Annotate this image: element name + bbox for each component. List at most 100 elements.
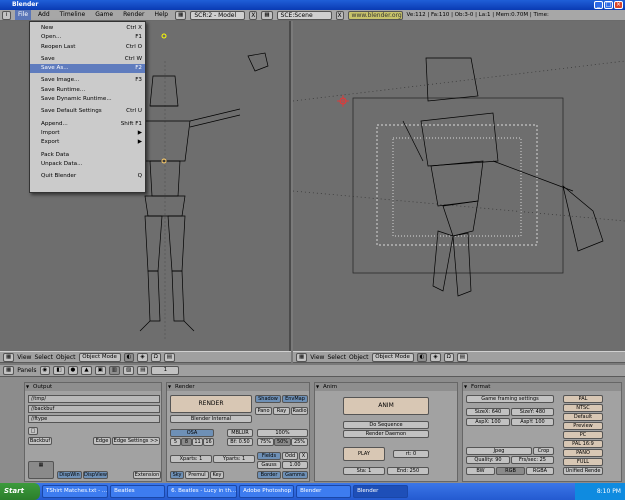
menu-item-save-default-settings[interactable]: Save Default Settings Ctrl U — [30, 107, 145, 116]
dispwin-button[interactable]: DispWin — [57, 471, 82, 479]
editing-icon[interactable]: ▣ — [94, 366, 106, 375]
manipulator-icon[interactable]: Ω — [150, 352, 161, 362]
shading-icon[interactable]: ● — [67, 366, 79, 375]
window-type-icon[interactable]: ▦ — [3, 366, 15, 375]
fields-button[interactable]: Fields — [257, 452, 281, 460]
output-panel-title[interactable]: Output — [25, 383, 161, 391]
shadow-button[interactable]: Shadow — [255, 395, 281, 403]
render-button[interactable]: RENDER — [170, 395, 252, 413]
ftype-path[interactable]: //ftype — [28, 415, 160, 423]
scene-field[interactable]: SCE:Scene — [276, 10, 332, 20]
layers-icon-right[interactable]: ▤ — [456, 352, 468, 362]
pivot-icon-right[interactable]: ◈ — [430, 352, 441, 362]
draw-type-icon-right[interactable]: ◐ — [416, 352, 428, 362]
size-50-button[interactable]: 50% — [274, 438, 291, 446]
yparts-field[interactable]: Yparts: 1 — [213, 455, 255, 463]
panels-menu[interactable]: Panels — [17, 367, 36, 374]
pivot-icon[interactable]: ◈ — [137, 352, 148, 362]
menu-item-export[interactable]: Export ▶ — [30, 138, 145, 147]
game-framing-button[interactable]: Game framing settings — [466, 395, 554, 403]
scene-delete-icon[interactable]: X — [335, 10, 344, 20]
extensions-button[interactable]: Extension — [133, 471, 161, 479]
menu-item-save-image[interactable]: Save Image... F3 — [30, 76, 145, 85]
bf-field[interactable]: Bf: 0.50 — [227, 438, 253, 446]
screen-field[interactable]: SCR:2 - Model — [190, 10, 246, 20]
gauss-button[interactable]: Gauss — [257, 461, 281, 469]
task-blender-1[interactable]: Blender — [296, 485, 352, 498]
fps-field[interactable]: Frs/sec: 25 — [511, 456, 554, 464]
sky-button[interactable]: Sky — [170, 471, 184, 479]
view-type-icon-right[interactable]: ▦ — [296, 352, 308, 362]
bw-button[interactable]: BW — [466, 467, 495, 475]
screen-browse-icon[interactable]: ▦ — [175, 10, 187, 20]
odd-button[interactable]: Odd — [282, 452, 298, 460]
dither-icon[interactable]: ▦ — [28, 461, 54, 479]
osa-8-button[interactable]: 8 — [181, 438, 192, 446]
manipulator-icon-right[interactable]: Ω — [443, 352, 454, 362]
osa-button[interactable]: OSA — [170, 429, 214, 437]
quality-field[interactable]: Quality: 90 — [466, 456, 510, 464]
mode-select[interactable]: Object Mode — [78, 352, 121, 362]
size-100-button[interactable]: 100% — [257, 429, 308, 437]
menu-view-right[interactable]: View — [310, 354, 324, 361]
menu-item-import[interactable]: Import ▶ — [30, 129, 145, 138]
render-daemon-button[interactable]: Render Daemon — [343, 430, 429, 438]
script-icon[interactable]: ◧ — [53, 366, 65, 375]
menu-add[interactable]: Add — [35, 10, 53, 20]
play-button[interactable]: PLAY — [343, 447, 385, 461]
task-photoshop[interactable]: Adobe Photoshop — [239, 485, 295, 498]
rgb-button[interactable]: RGB — [496, 467, 525, 475]
draw-type-icon[interactable]: ◐ — [123, 352, 135, 362]
anim-panel-title[interactable]: Anim — [315, 383, 457, 391]
preset-pal169[interactable]: PAL 16:9 — [563, 440, 603, 448]
anim-button[interactable]: ANIM — [343, 397, 429, 415]
task-tshirt[interactable]: TShirt Matches.txt - ... — [42, 485, 109, 498]
rt-field[interactable]: rt: 0 — [393, 450, 429, 458]
object-icon[interactable]: ▲ — [81, 366, 92, 375]
unified-render-button[interactable]: Unified Rende — [563, 467, 603, 475]
menu-object-right[interactable]: Object — [349, 354, 369, 361]
x-button[interactable]: X — [299, 452, 308, 460]
render-panel-title[interactable]: Render — [167, 383, 309, 391]
task-beatles[interactable]: Beatles — [110, 485, 166, 498]
aspy-field[interactable]: AspY: 100 — [511, 418, 554, 426]
menu-item-save-as[interactable]: Save As... F2 — [30, 64, 145, 74]
close-button[interactable]: × — [614, 1, 623, 9]
mode-select-right[interactable]: Object Mode — [371, 352, 414, 362]
file-format-select[interactable]: Jpeg — [466, 447, 532, 455]
menu-item-open[interactable]: Open... F1 — [30, 33, 145, 42]
preset-pc[interactable]: PC — [563, 431, 603, 439]
ray-button[interactable]: Ray — [273, 407, 290, 415]
render-engine-select[interactable]: Blender Internal — [170, 415, 252, 423]
preset-ntsc[interactable]: NTSC — [563, 404, 603, 412]
view-type-icon[interactable]: ▦ — [3, 352, 15, 362]
end-frame-field[interactable]: End: 250 — [387, 467, 429, 475]
screen-delete-icon[interactable]: X — [249, 10, 258, 20]
osa-5-button[interactable]: 5 — [170, 438, 181, 446]
start-frame-field[interactable]: Sta: 1 — [343, 467, 385, 475]
menu-item-pack-data[interactable]: Pack Data — [30, 151, 145, 160]
menu-item-save-dynamic-runtime[interactable]: Save Dynamic Runtime... — [30, 95, 145, 104]
layers-icon[interactable]: ▤ — [163, 352, 175, 362]
preset-pal[interactable]: PAL — [563, 395, 603, 403]
backbuf-button[interactable]: Backbuf — [28, 437, 52, 445]
menu-item-reopen-last[interactable]: Reopen Last Ctrl O — [30, 43, 145, 52]
maximize-button[interactable]: □ — [604, 1, 613, 9]
mblur-button[interactable]: MBLUR — [227, 429, 253, 437]
backbuf-path[interactable]: //backbuf — [28, 405, 160, 413]
scene-browse-icon[interactable]: ▦ — [261, 10, 273, 20]
menu-item-append[interactable]: Append... Shift F1 — [30, 120, 145, 129]
frame-field[interactable]: 1 — [151, 366, 180, 375]
output-option-button[interactable]: □ — [28, 427, 38, 435]
premul-button[interactable]: Premul — [185, 471, 209, 479]
menu-help[interactable]: Help — [151, 10, 171, 20]
minimize-button[interactable]: _ — [594, 1, 603, 9]
output-path[interactable]: //tmp/ — [28, 395, 160, 403]
format-panel-title[interactable]: Format — [463, 383, 621, 391]
size-25-button[interactable]: 25% — [291, 438, 308, 446]
osa-16-button[interactable]: 16 — [203, 438, 214, 446]
info-icon[interactable]: i — [2, 10, 11, 20]
viewport-camera[interactable]: ▦ View Select Object Object Mode ◐ ◈ Ω ▤ — [293, 21, 625, 363]
sizex-field[interactable]: SizeX: 640 — [466, 408, 510, 416]
start-button[interactable]: Start — [0, 483, 40, 500]
